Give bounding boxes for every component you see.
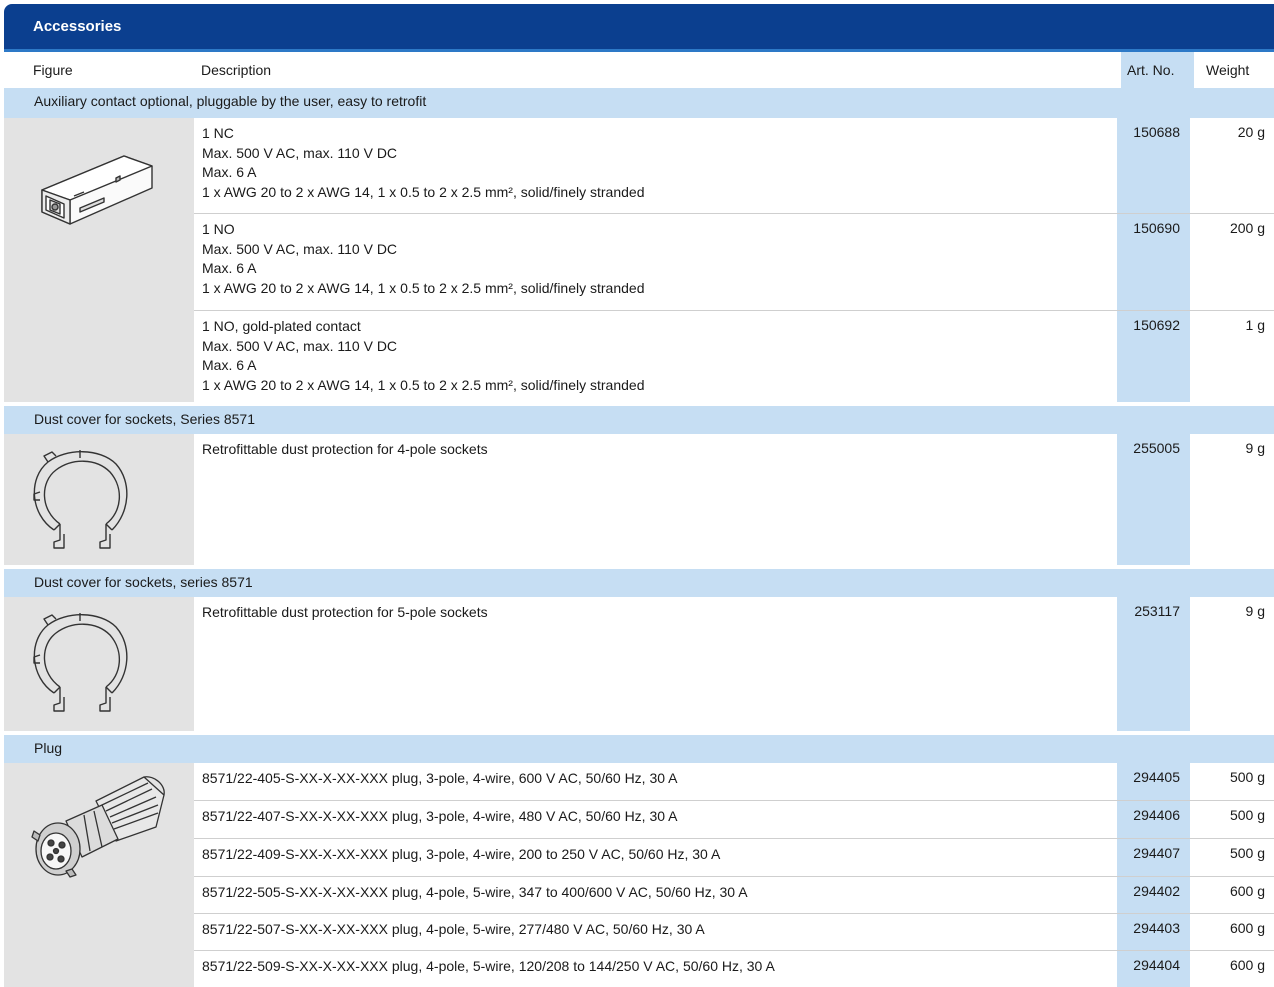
table-row: 294405 8571/22-405-S-XX-X-XX-XXX plug, 3…: [194, 763, 1274, 800]
title-banner: Accessories: [4, 4, 1274, 49]
description: 1 NC Max. 500 V AC, max. 110 V DC Max. 6…: [202, 125, 645, 200]
header-art-no: Art. No.: [1127, 62, 1175, 78]
category-row: Dust cover for sockets, series 8571: [4, 569, 1274, 597]
page-title: Accessories: [33, 18, 122, 35]
auxiliary-contact-icon: [41, 155, 153, 225]
art-no: 294404: [1133, 957, 1180, 973]
weight: 9 g: [1245, 603, 1265, 619]
description: Retrofittable dust protection for 4-pole…: [202, 441, 488, 457]
description: 1 NO, gold-plated contact Max. 500 V AC,…: [202, 318, 645, 393]
art-no: 294403: [1133, 920, 1180, 936]
category-row: Auxiliary contact optional, pluggable by…: [4, 88, 1274, 118]
weight: 500 g: [1229, 769, 1265, 785]
description: 8571/22-509-S-XX-X-XX-XXX plug, 4-pole, …: [202, 958, 775, 974]
description: 8571/22-409-S-XX-X-XX-XXX plug, 3-pole, …: [202, 846, 721, 862]
weight: 1 g: [1245, 317, 1265, 333]
description: Retrofittable dust protection for 5-pole…: [202, 604, 488, 620]
table-row: 253117 Retrofittable dust protection for…: [194, 597, 1274, 731]
weight: 9 g: [1245, 440, 1265, 456]
description: 8571/22-405-S-XX-X-XX-XXX plug, 3-pole, …: [202, 770, 678, 786]
description: 8571/22-505-S-XX-X-XX-XXX plug, 4-pole, …: [202, 884, 748, 900]
weight: 20 g: [1237, 124, 1265, 140]
table-row: 294404 8571/22-509-S-XX-X-XX-XXX plug, 4…: [194, 951, 1274, 987]
figure-cell: [4, 597, 194, 731]
art-no: 294407: [1133, 845, 1180, 861]
header-figure: Figure: [33, 62, 73, 78]
description: 8571/22-507-S-XX-X-XX-XXX plug, 4-pole, …: [202, 921, 705, 937]
weight: 600 g: [1229, 883, 1265, 899]
figure-cell: [4, 434, 194, 565]
header-description: Description: [201, 62, 272, 78]
art-no: 253117: [1134, 603, 1180, 619]
category-row: Dust cover for sockets, Series 8571: [4, 406, 1274, 434]
header-weight: Weight: [1206, 62, 1250, 78]
table-row: 294402 8571/22-505-S-XX-X-XX-XXX plug, 4…: [194, 877, 1274, 913]
table-row: 150688 1 NC Max. 500 V AC, max. 110 V DC…: [194, 118, 1274, 214]
table-row: 294406 8571/22-407-S-XX-X-XX-XXX plug, 3…: [194, 801, 1274, 838]
dust-cover-ring-icon: [33, 450, 128, 549]
table-row: 294407 8571/22-409-S-XX-X-XX-XXX plug, 3…: [194, 839, 1274, 876]
table-row: 294403 8571/22-507-S-XX-X-XX-XXX plug, 4…: [194, 914, 1274, 950]
art-no: 294405: [1133, 769, 1180, 785]
figure-cell: [4, 118, 194, 402]
art-no: 150692: [1133, 317, 1180, 333]
weight: 200 g: [1229, 220, 1265, 236]
category-row: Plug: [4, 735, 1274, 763]
weight: 500 g: [1229, 807, 1265, 823]
dust-cover-ring-icon: [33, 613, 128, 712]
description: 8571/22-407-S-XX-X-XX-XXX plug, 3-pole, …: [202, 808, 678, 824]
art-no: 255005: [1133, 440, 1180, 456]
table-row: 150692 1 NO, gold-plated contact Max. 50…: [194, 311, 1274, 402]
weight: 500 g: [1229, 845, 1265, 861]
description: 1 NO Max. 500 V AC, max. 110 V DC Max. 6…: [202, 221, 645, 296]
art-no: 150690: [1133, 220, 1180, 236]
plug-icon: [31, 776, 165, 878]
art-no: 294406: [1133, 807, 1180, 823]
table-header: Figure Description Art. No. Weight: [4, 49, 1274, 88]
art-no: 294402: [1133, 883, 1180, 899]
figure-cell: [4, 763, 194, 987]
weight: 600 g: [1229, 920, 1265, 936]
table-row: 150690 1 NO Max. 500 V AC, max. 110 V DC…: [194, 214, 1274, 311]
art-no: 150688: [1133, 124, 1180, 140]
table-row: 255005 Retrofittable dust protection for…: [194, 434, 1274, 565]
weight: 600 g: [1229, 957, 1265, 973]
